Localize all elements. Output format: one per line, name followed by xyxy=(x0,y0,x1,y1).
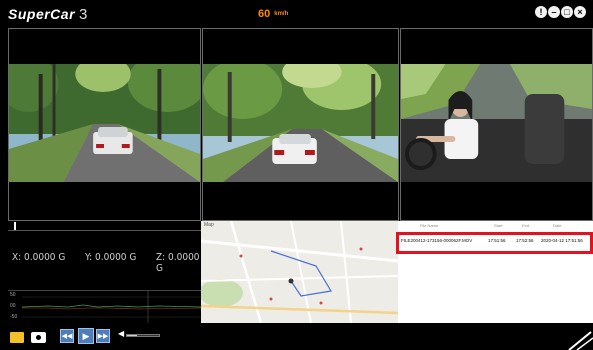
info-icon[interactable]: ! xyxy=(535,6,547,18)
playback-controls: ◀◀ ▶ ▶▶ ◀ xyxy=(0,323,593,350)
volume-icon[interactable]: ◀ xyxy=(118,329,124,338)
timeline-marker[interactable] xyxy=(14,222,16,230)
playback-timeline[interactable] xyxy=(8,221,201,231)
rewind-icon[interactable]: ◀◀ xyxy=(60,329,74,343)
camera-icon[interactable] xyxy=(31,332,46,343)
speed-value: 60 xyxy=(258,8,271,20)
g-sensor-trace xyxy=(21,291,201,323)
app-name: SuperCar xyxy=(8,6,76,22)
g-sensor-x: X: 0.0000 G xyxy=(12,252,66,263)
rear-camera-view[interactable] xyxy=(202,28,399,221)
window-controls: ! – □ × xyxy=(535,6,586,18)
volume-fill xyxy=(127,335,137,336)
header-start[interactable]: Start xyxy=(494,223,502,228)
front-camera-view[interactable] xyxy=(8,28,201,221)
map-canvas xyxy=(201,221,398,323)
g-sensor-y: Y: 0.0000 G xyxy=(85,252,137,263)
fast-forward-icon[interactable]: ▶▶ xyxy=(96,329,110,343)
selected-file-highlight xyxy=(396,232,593,254)
minimize-icon[interactable]: – xyxy=(548,6,560,18)
file-list-header: File Name Start End Date xyxy=(398,223,593,231)
folder-icon[interactable] xyxy=(10,332,24,343)
app-title: SuperCar 3 xyxy=(8,6,88,23)
app-window: SuperCar 3 60 km/h ! – □ × X: 0.0000 G Y… xyxy=(0,0,593,350)
close-icon[interactable]: × xyxy=(574,6,586,18)
header-date[interactable]: Date xyxy=(553,223,561,228)
g-sensor-graph: 50 00 -50 xyxy=(8,290,201,323)
video-row xyxy=(8,28,593,221)
maximize-icon[interactable]: □ xyxy=(561,6,573,18)
header-end[interactable]: End xyxy=(522,223,529,228)
app-version: 3 xyxy=(79,6,88,23)
road-scene-front xyxy=(9,64,200,182)
map-view[interactable]: Map xyxy=(201,221,398,323)
header-file-name[interactable]: File Name xyxy=(420,223,438,228)
g-sensor-z: Z: 0.0000 G xyxy=(156,252,200,274)
corner-decoration xyxy=(568,331,593,350)
title-bar: SuperCar 3 60 km/h ! – □ × xyxy=(0,0,593,28)
cabin-camera-view[interactable] xyxy=(400,28,593,221)
speed-readout: 60 km/h xyxy=(258,8,288,20)
speed-unit: km/h xyxy=(274,11,289,18)
play-icon[interactable]: ▶ xyxy=(78,328,94,344)
road-scene-rear xyxy=(203,64,398,182)
cabin-scene xyxy=(401,64,592,182)
g-sensor-readout: X: 0.0000 G Y: 0.0000 G Z: 0.0000 G xyxy=(8,232,201,288)
volume-slider[interactable] xyxy=(126,334,160,337)
